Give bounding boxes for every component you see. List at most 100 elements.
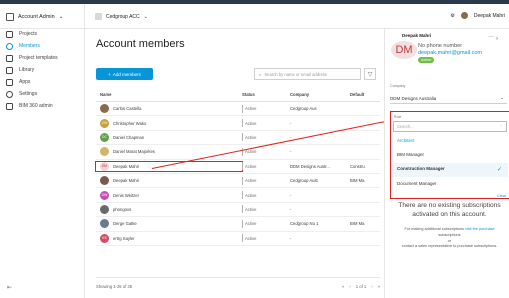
table-row[interactable]: phongoxs Active - — [96, 203, 380, 218]
more-options-icon[interactable]: … — [488, 33, 494, 39]
collapse-sidebar-icon[interactable]: ⇤ — [7, 284, 12, 291]
table-row[interactable]: DW Denis Weitzer Active - — [96, 188, 380, 203]
cell-status: Active — [242, 234, 290, 243]
table-row[interactable]: Daniel Marat Majorkes Active - — [96, 145, 380, 160]
search-input[interactable]: ⌕ Search by name or email address — [254, 68, 361, 80]
panel-email-link[interactable]: deepak.mahri@gmail.com — [418, 50, 482, 56]
status-text: Active — [245, 106, 257, 112]
sidebar-item-library[interactable]: Library — [0, 65, 84, 75]
table-row[interactable]: Deepak Mahri Active Cedgroup Aust BIM Ma — [96, 174, 380, 189]
avatar — [100, 204, 109, 214]
sidebar-item-label: Projects — [19, 31, 38, 37]
role-search-input[interactable]: Search... ⌃ — [393, 121, 507, 132]
avatar — [100, 219, 109, 229]
role-option-document-manager[interactable]: Document Manager — [397, 181, 437, 186]
panel-member-name: Deepak Mahri — [402, 33, 432, 38]
table-row[interactable]: DM Deepak Mahri Active DDM Designs Austr...… — [95, 160, 380, 174]
cell-name[interactable]: DM Deepak Mahri — [95, 160, 243, 172]
prev-page-button[interactable]: ‹ — [349, 284, 350, 289]
panel-avatar: DM — [391, 41, 417, 59]
member-name: Deepak Mahri — [113, 178, 140, 184]
table-row[interactable]: Derge Gatke Active Cedgroup Nu 1 BIM Ma — [96, 217, 380, 232]
add-members-label: Add members — [112, 71, 141, 77]
sidebar-item-label: Apps — [19, 79, 31, 85]
cell-status: Active — [242, 162, 290, 171]
table-row[interactable]: ES ertrg Sayler Active - — [96, 232, 380, 246]
sidebar-item-label: BIM 360 admin — [19, 103, 53, 109]
role-option-construction-manager[interactable]: Construction Manager — [397, 166, 445, 171]
sidebar-item-settings[interactable]: Settings — [0, 89, 84, 99]
status-text: Active — [245, 163, 257, 169]
cell-company: - — [290, 192, 292, 198]
app-header: Account Admin ⌄ Cedgroup ACC ⌄ ⚙ Deepak … — [0, 4, 509, 29]
purchase-link[interactable]: visit the purchase — [465, 227, 495, 231]
sidebar-item-members[interactable]: Members — [0, 41, 84, 51]
add-members-button[interactable]: + Add members — [96, 68, 153, 80]
user-name[interactable]: Deepak Mahri — [474, 13, 505, 19]
cell-default: BIM Ma — [350, 178, 365, 184]
cell-name[interactable]: Deepak Mahri — [96, 176, 242, 186]
column-name[interactable]: Name — [96, 92, 242, 97]
column-company[interactable]: Company — [290, 92, 350, 97]
sidebar-item-label: Members — [19, 43, 40, 49]
user-avatar[interactable] — [460, 12, 468, 19]
table-body: Carlos Castella Active Cedgroup Aus CW Chris… — [95, 102, 380, 246]
member-name: Daniel Marat Majorkes — [113, 149, 155, 155]
sidebar-item-projects[interactable]: Projects — [0, 29, 84, 39]
external-link-icon — [6, 102, 13, 110]
help-icon[interactable]: ⚙ — [450, 13, 454, 19]
cell-name[interactable]: DC Daniel Chapman — [96, 132, 242, 142]
table-footer: Showing 1-25 of 35 « ‹ 1 of 1 › » — [96, 277, 380, 293]
cell-company: Cedgroup Nu 1 — [290, 221, 319, 227]
status-text: Active — [245, 221, 257, 227]
cell-company: Cedgroup Aust — [290, 178, 318, 184]
chevron-down-icon: ⌄ — [500, 95, 504, 100]
account-icon — [6, 13, 14, 21]
plus-icon: + — [108, 71, 111, 77]
search-placeholder: Search by name or email address — [264, 71, 327, 77]
filter-button[interactable]: ▽ — [364, 68, 376, 80]
member-name: Denis Weitzer — [113, 192, 139, 198]
column-default[interactable]: Default — [350, 92, 380, 97]
column-status[interactable]: Status — [242, 92, 290, 97]
project-label: Cedgroup ACC — [106, 13, 140, 20]
first-page-button[interactable]: « — [342, 284, 344, 289]
cell-name[interactable]: ES ertrg Sayler — [96, 233, 242, 243]
cell-name[interactable]: Carlos Castella — [96, 104, 242, 114]
role-option-architect[interactable]: Architect — [397, 138, 415, 143]
cell-name[interactable]: CW Christopher Wako — [96, 118, 242, 128]
cell-name[interactable]: phongoxs — [96, 204, 242, 214]
sidebar-item-label: Project templates — [19, 55, 58, 61]
account-switcher[interactable]: Account Admin ⌄ — [6, 13, 63, 21]
table-row[interactable]: Carlos Castella Active Cedgroup Aus — [96, 102, 380, 117]
cell-company: Cedgroup Aus — [290, 106, 317, 112]
last-page-button[interactable]: » — [378, 284, 380, 289]
table-row[interactable]: CW Christopher Wako Active - — [96, 116, 380, 131]
sidebar-item-templates[interactable]: Project templates — [0, 53, 84, 63]
status-bar — [242, 104, 243, 113]
cell-status: Active — [242, 191, 290, 200]
sidebar-item-bim360[interactable]: BIM 360 admin — [0, 101, 84, 111]
cell-status: Active — [242, 219, 290, 228]
table-row[interactable]: DC Daniel Chapman Active - — [96, 131, 380, 146]
project-switcher[interactable]: Cedgroup ACC ⌄ — [95, 13, 148, 20]
company-value: DDM Designs Australia — [390, 95, 437, 101]
sidebar-item-apps[interactable]: Apps — [0, 77, 84, 87]
member-name: Deepak Mahri — [113, 163, 140, 169]
avatar: CW — [100, 118, 109, 128]
cell-name[interactable]: Derge Gatke — [96, 219, 242, 229]
avatar: DC — [100, 132, 109, 142]
clear-role-button[interactable]: Clear — [497, 194, 506, 198]
sidebar-item-label: Library — [19, 67, 35, 73]
cell-status: Active — [242, 119, 290, 128]
next-page-button[interactable]: › — [371, 284, 372, 289]
subscription-text-3: contact a sales representative to purcha… — [401, 244, 498, 249]
role-search-placeholder: Search... — [397, 124, 414, 129]
company-select[interactable]: DDM Designs Australia ⌄ — [390, 93, 507, 104]
pagination: « ‹ 1 of 1 › » — [342, 284, 380, 289]
close-icon[interactable]: › — [496, 36, 498, 42]
role-option-bim-manager[interactable]: BIM Manager — [397, 152, 424, 157]
cell-company: - — [290, 149, 292, 155]
cell-name[interactable]: DW Denis Weitzer — [96, 190, 242, 200]
subscription-info: For making additional subscriptions visi… — [390, 227, 509, 250]
